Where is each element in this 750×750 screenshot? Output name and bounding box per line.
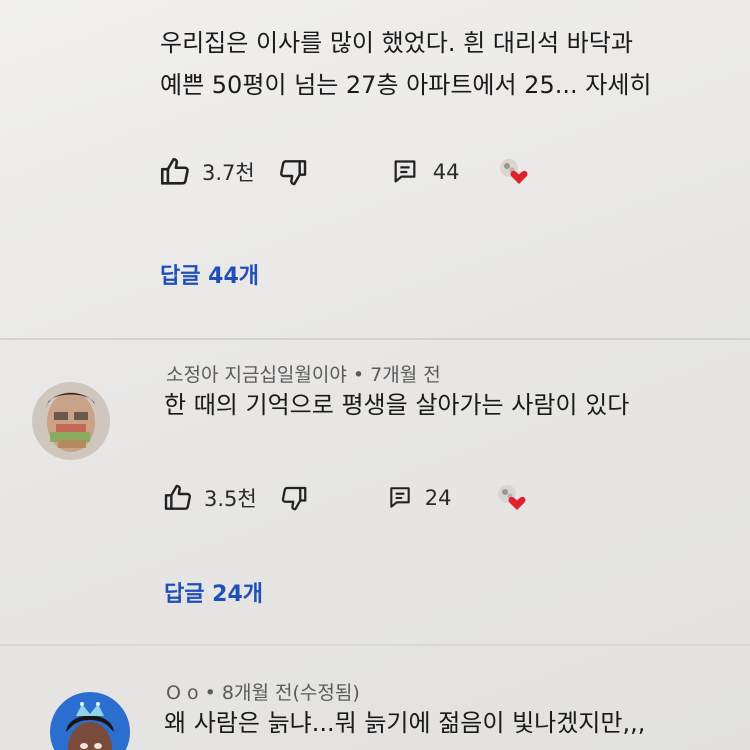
reply-button[interactable]: 44 bbox=[391, 158, 460, 186]
comment-text: 왜 사람은 늙냐...뭐 늙기에 젊음이 빛나겠지만,,, bbox=[164, 702, 645, 744]
author-name[interactable]: 소정아 지금십일월이야 bbox=[166, 364, 347, 386]
comment-time: • 7개월 전 bbox=[352, 364, 441, 386]
creator-heart-icon bbox=[497, 156, 531, 188]
comment-item: O o • 8개월 전(수정됨) 왜 사람은 늙냐...뭐 늙기에 젊음이 빛나… bbox=[0, 660, 750, 750]
comment-divider bbox=[0, 644, 750, 646]
comment-text-line: 예쁜 50평이 넘는 27층 아파트에서 25... 자세히 bbox=[160, 71, 652, 99]
thumbs-up-icon bbox=[158, 155, 192, 189]
reply-button[interactable]: 24 bbox=[387, 485, 452, 511]
comment-text-line: 한 때의 기억으로 평생을 살아가는 사람이 있다 bbox=[164, 391, 630, 419]
like-count: 3.5천 bbox=[204, 487, 257, 511]
avatar[interactable] bbox=[50, 692, 130, 750]
thumbs-down-icon bbox=[277, 156, 309, 188]
comment-text: 우리집은 이사를 많이 했었다. 흰 대리석 바닥과 예쁜 50평이 넘는 27… bbox=[160, 22, 651, 106]
comments-screen: 우리집은 이사를 많이 했었다. 흰 대리석 바닥과 예쁜 50평이 넘는 27… bbox=[0, 0, 750, 750]
like-count: 3.7천 bbox=[202, 161, 255, 185]
like-button[interactable]: 3.7천 bbox=[158, 155, 255, 189]
comment-text-line: 우리집은 이사를 많이 했었다. 흰 대리석 바닥과 bbox=[160, 29, 633, 57]
thumbs-up-icon bbox=[162, 482, 194, 514]
author-name[interactable]: O o bbox=[166, 682, 199, 704]
view-replies-link[interactable]: 답글 24개 bbox=[164, 576, 263, 608]
comment-item: 우리집은 이사를 많이 했었다. 흰 대리석 바닥과 예쁜 50평이 넘는 27… bbox=[0, 0, 750, 330]
avatar[interactable] bbox=[32, 382, 110, 460]
comment-actions: 3.5천 24 bbox=[162, 480, 529, 516]
creator-heart bbox=[495, 482, 529, 514]
comment-divider bbox=[0, 338, 750, 340]
comment-actions: 3.7천 44 bbox=[158, 154, 531, 190]
reply-comment-icon bbox=[391, 158, 419, 186]
thumbs-down-icon bbox=[279, 483, 309, 513]
comment-meta: 소정아 지금십일월이야 • 7개월 전 bbox=[166, 360, 441, 387]
comment-time: • 8개월 전(수정됨) bbox=[204, 682, 360, 704]
reply-count: 24 bbox=[424, 486, 452, 510]
dislike-button[interactable] bbox=[277, 156, 309, 188]
dislike-button[interactable] bbox=[279, 483, 309, 513]
comment-item: 소정아 지금십일월이야 • 7개월 전 한 때의 기억으로 평생을 살아가는 사… bbox=[0, 348, 750, 628]
comment-meta: O o • 8개월 전(수정됨) bbox=[166, 678, 360, 705]
creator-heart bbox=[497, 156, 531, 188]
reply-comment-icon bbox=[387, 485, 413, 511]
like-button[interactable]: 3.5천 bbox=[162, 482, 257, 514]
comment-text: 한 때의 기억으로 평생을 살아가는 사람이 있다 bbox=[164, 384, 629, 426]
reply-count: 44 bbox=[432, 160, 460, 184]
comment-text-line: 왜 사람은 늙냐...뭐 늙기에 젊음이 빛나겠지만,,, bbox=[164, 709, 646, 737]
creator-heart-icon bbox=[495, 482, 529, 514]
view-replies-link[interactable]: 답글 44개 bbox=[160, 258, 259, 290]
